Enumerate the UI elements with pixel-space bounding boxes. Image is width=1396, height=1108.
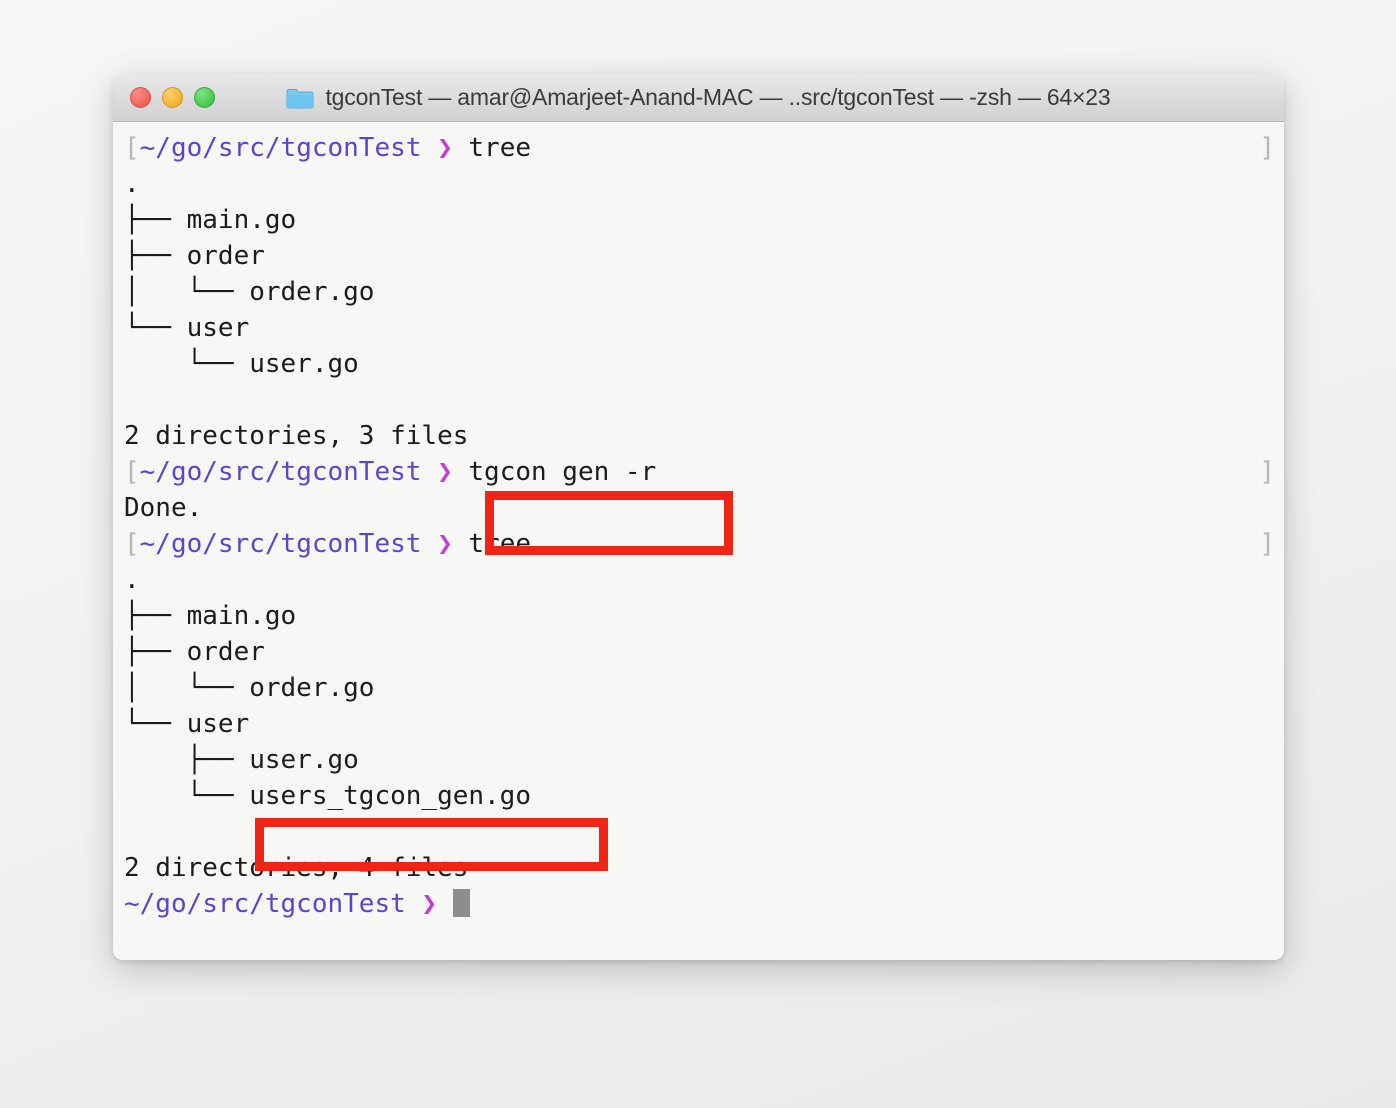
prompt-path: ~/go/src/tgconTest	[124, 889, 406, 919]
prompt-open-bracket: [	[124, 529, 140, 559]
terminal-line-output: │ └── order.go	[124, 673, 375, 703]
terminal-line-output: └── user	[124, 313, 250, 343]
terminal-line-output: └── user.go	[124, 349, 359, 379]
minimize-button[interactable]	[162, 87, 183, 108]
terminal-command-tgcon-gen: tgcon gen -r	[452, 457, 657, 487]
prompt-open-bracket: [	[124, 133, 140, 163]
terminal-command: tree	[452, 529, 532, 559]
terminal-line-prompt-highlighted: [~/go/src/tgconTest ❯ tgcon gen -r]	[124, 454, 1284, 490]
prompt-chevron: ❯	[421, 889, 438, 919]
terminal-line-output: .	[124, 565, 140, 595]
terminal-line-output-generated-file: └── users_tgcon_gen.go	[124, 781, 531, 811]
terminal-line-prompt: [~/go/src/tgconTest ❯ tree]	[124, 526, 1284, 562]
window-controls	[130, 74, 215, 121]
prompt-close-bracket: ]	[1259, 133, 1275, 163]
close-button[interactable]	[130, 87, 151, 108]
terminal-line-output: ├── main.go	[124, 205, 297, 235]
prompt-close-bracket: ]	[1259, 529, 1275, 559]
prompt-path: ~/go/src/tgconTest	[139, 133, 422, 163]
prompt-path: ~/go/src/tgconTest	[139, 457, 422, 487]
terminal-line-output: ├── main.go	[124, 601, 297, 631]
window-title-group: tgconTest — amar@Amarjeet-Anand-MAC — ..…	[113, 84, 1284, 111]
terminal-window[interactable]: tgconTest — amar@Amarjeet-Anand-MAC — ..…	[113, 74, 1284, 960]
desktop-background: tgconTest — amar@Amarjeet-Anand-MAC — ..…	[0, 0, 1396, 1108]
terminal-body[interactable]: [~/go/src/tgconTest ❯ tree] . ├── main.g…	[113, 122, 1284, 960]
terminal-line-output: │ └── order.go	[124, 277, 375, 307]
terminal-line-output: ├── order	[124, 637, 265, 667]
zoom-button[interactable]	[194, 87, 215, 108]
window-title: tgconTest — amar@Amarjeet-Anand-MAC — ..…	[325, 84, 1111, 110]
prompt-open-bracket: [	[124, 457, 140, 487]
text-cursor	[452, 889, 470, 917]
terminal-line-output: └── user	[124, 709, 250, 739]
terminal-line-prompt: [~/go/src/tgconTest ❯ tree]	[124, 130, 1284, 166]
window-titlebar[interactable]: tgconTest — amar@Amarjeet-Anand-MAC — ..…	[113, 74, 1284, 122]
prompt-close-bracket: ]	[1259, 457, 1275, 487]
prompt-chevron: ❯	[437, 457, 453, 487]
prompt-chevron: ❯	[437, 133, 453, 163]
terminal-line-output: .	[124, 169, 140, 199]
terminal-output: [~/go/src/tgconTest ❯ tree] . ├── main.g…	[113, 130, 1284, 922]
terminal-line-output: ├── order	[124, 241, 265, 271]
terminal-line-prompt-active[interactable]: ~/go/src/tgconTest ❯	[124, 886, 1284, 922]
terminal-line-done: Done.	[124, 493, 203, 523]
prompt-path: ~/go/src/tgconTest	[139, 529, 422, 559]
terminal-line-summary: 2 directories, 4 files	[124, 853, 469, 883]
prompt-chevron: ❯	[437, 529, 453, 559]
terminal-line-output: ├── user.go	[124, 745, 359, 775]
terminal-line-summary: 2 directories, 3 files	[124, 421, 469, 451]
folder-icon	[286, 88, 314, 108]
terminal-command: tree	[452, 133, 532, 163]
